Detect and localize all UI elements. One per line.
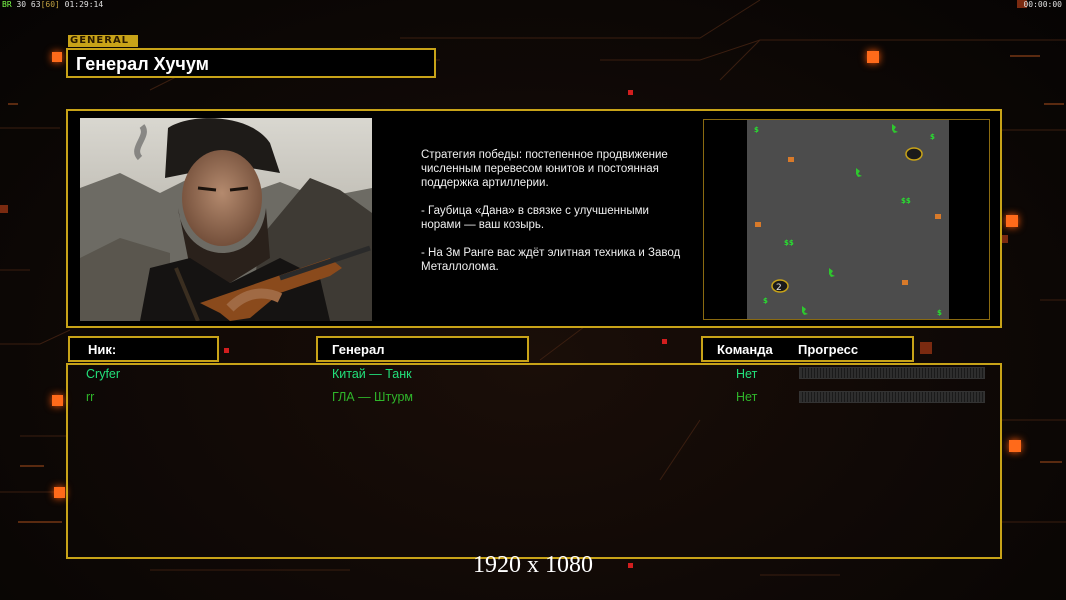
start-position-empty — [905, 147, 923, 161]
building-icon — [902, 280, 908, 285]
player-team[interactable]: Нет — [736, 390, 757, 404]
glow-square — [54, 487, 65, 498]
building-icon — [935, 214, 941, 219]
tree-icon — [892, 124, 898, 133]
nick-header-label: Ник: — [88, 342, 117, 357]
general-portrait — [80, 118, 372, 321]
red-dot — [224, 348, 229, 353]
player-nick: Cryfer — [86, 367, 121, 381]
hud-fps: [60] — [40, 0, 60, 9]
general-title: Генерал Хучум — [76, 54, 209, 74]
minimap-markers: $ $ $ $ $$ $$ 2 — [754, 124, 942, 317]
glow-square — [1009, 440, 1021, 452]
tree-icon — [856, 168, 862, 177]
red-dot — [628, 90, 633, 95]
team-progress-column-header: Команда Прогресс — [701, 336, 914, 362]
player-team[interactable]: Нет — [736, 367, 757, 381]
glow-square — [0, 205, 8, 213]
glow-square — [1006, 215, 1018, 227]
glow-square — [52, 395, 63, 406]
hud-stats: BR 30 63[60] 01:29:14 — [2, 0, 103, 9]
resolution-label: 1920 x 1080 — [473, 552, 593, 578]
supply-icon: $ — [763, 297, 768, 305]
red-dot — [662, 339, 667, 344]
hud-clock: 01:29:14 — [64, 0, 104, 9]
supply-icon: $ — [937, 309, 942, 317]
tree-icon — [802, 306, 808, 315]
supply-icon: $$ — [784, 239, 794, 247]
player-general[interactable]: Китай — Танк — [332, 367, 412, 381]
nick-column-header: Ник: — [68, 336, 219, 362]
general-column-header: Генерал — [316, 336, 529, 362]
player-general[interactable]: ГЛА — Штурм — [332, 390, 413, 404]
supply-icon: $$ — [901, 197, 911, 205]
team-header-label: Команда — [717, 342, 773, 357]
player-progress-bar — [799, 391, 985, 403]
supply-icon: $ — [754, 126, 759, 134]
general-header-label: Генерал — [332, 342, 385, 357]
start-position-label: 2 — [776, 283, 782, 293]
progress-header-label: Прогресс — [798, 342, 859, 357]
general-tag: GENERAL — [68, 35, 138, 47]
building-icon — [755, 222, 761, 227]
hud-counts: 30 63 — [16, 0, 41, 9]
hud-prefix: BR — [2, 0, 12, 9]
minimap[interactable]: $ $ $ $ $$ $$ 2 — [703, 119, 990, 320]
tree-icon — [829, 268, 835, 277]
glow-square — [52, 52, 62, 62]
strategy-description: Стратегия победы: постепенное продвижени… — [421, 149, 681, 273]
supply-icon: $ — [930, 133, 935, 141]
building-icon — [788, 157, 794, 162]
player-nick: rr — [86, 390, 95, 404]
general-title-box: Генерал Хучум — [66, 48, 436, 78]
hud-timer: 00:00:00 — [1023, 0, 1062, 9]
player-progress-bar — [799, 367, 985, 379]
glow-square — [920, 342, 932, 354]
glow-square — [867, 51, 879, 63]
